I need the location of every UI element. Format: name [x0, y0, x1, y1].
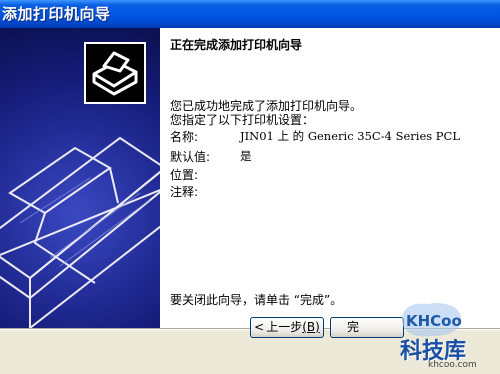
title-bar[interactable]: 添加打印机向导	[0, 0, 500, 28]
finish-label: 完	[347, 320, 360, 334]
back-arrow-icon: <	[254, 320, 265, 334]
settings-intro: 您指定了以下打印机设置：	[170, 113, 315, 127]
wizard-side-panel	[0, 28, 160, 328]
back-hotkey: (B)	[302, 320, 320, 334]
finish-button[interactable]: 完	[330, 317, 404, 338]
setting-value: 是	[240, 149, 252, 163]
setting-label: 位置:	[170, 168, 199, 182]
setting-label: 默认值:	[170, 150, 211, 164]
watermark-badge-text: KHCoo	[406, 312, 462, 330]
window-title: 添加打印机向导	[2, 5, 111, 23]
back-label: 上一步	[266, 320, 303, 334]
back-button[interactable]: < 上一步(B)	[250, 317, 324, 338]
setting-label: 名称:	[170, 130, 199, 144]
setting-label: 注释:	[170, 185, 199, 199]
printer-icon	[84, 42, 146, 104]
watermark-url: khcoo.com	[428, 360, 477, 370]
setting-value: JIN01 上 的 Generic 35C-4 Series PCL	[240, 129, 460, 143]
wizard-content: 正在完成添加打印机向导 您已成功地完成了添加打印机向导。 您指定了以下打印机设置…	[160, 28, 500, 328]
closing-instruction: 要关闭此向导，请单击 “完成”。	[170, 293, 343, 307]
wizard-heading: 正在完成添加打印机向导	[170, 38, 303, 52]
